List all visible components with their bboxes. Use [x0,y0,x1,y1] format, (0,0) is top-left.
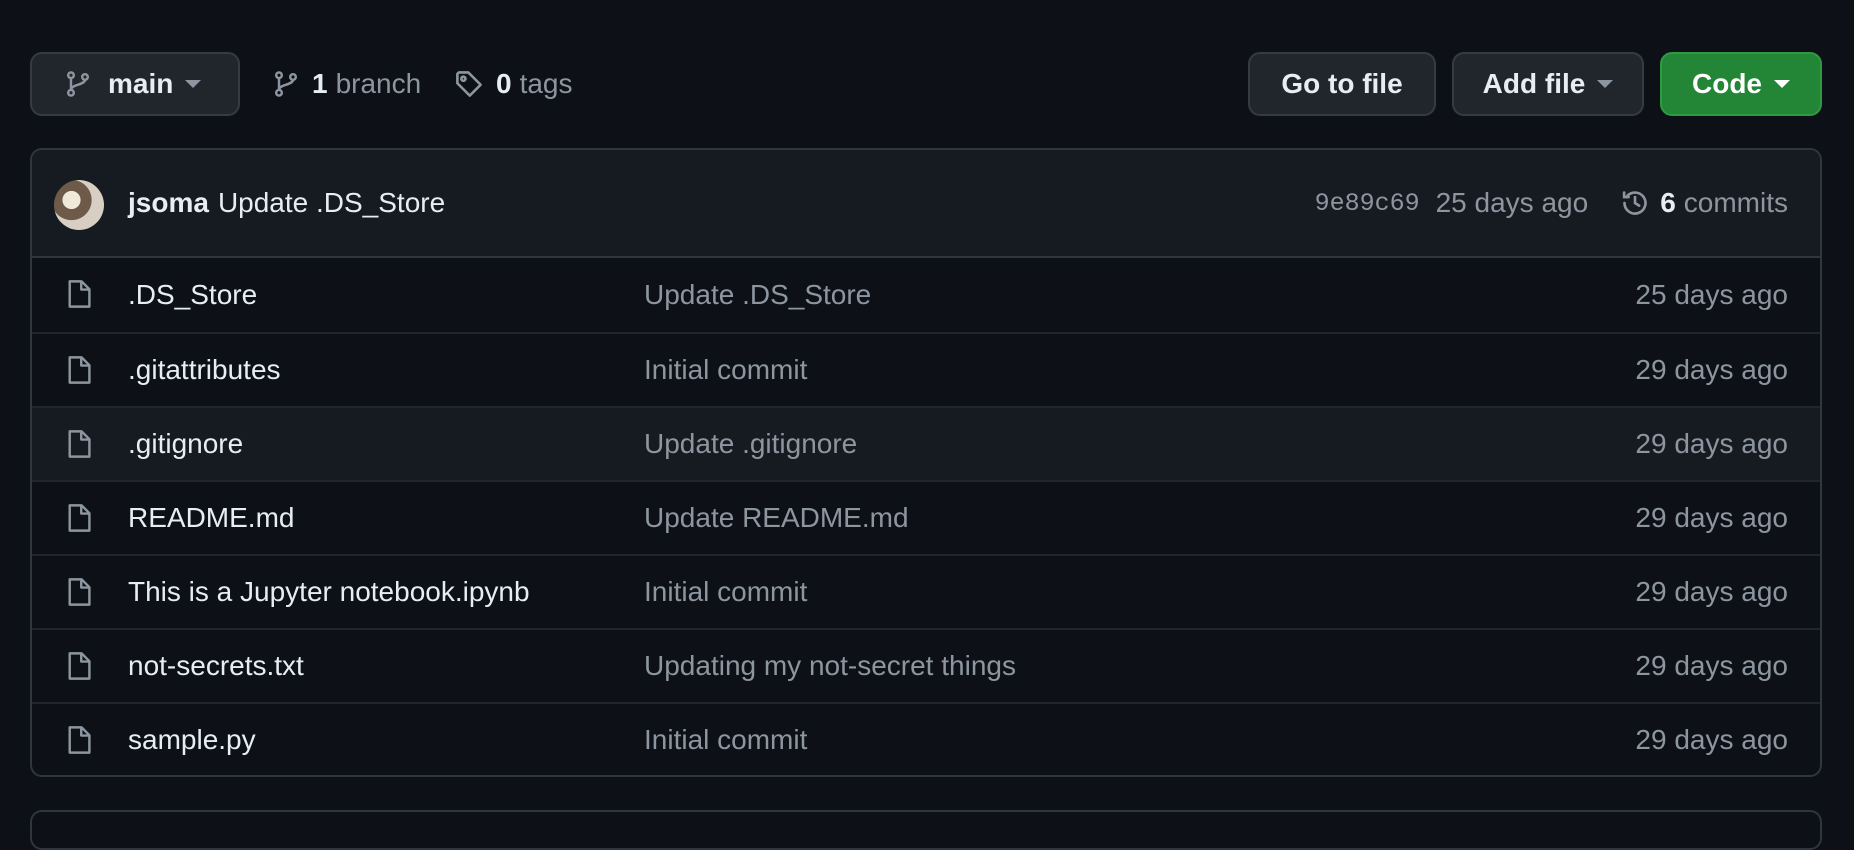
chevron-down-icon [1774,80,1790,88]
git-branch-icon [272,69,300,99]
file-name-link[interactable]: README.md [128,502,294,534]
file-commit-message-link[interactable]: Initial commit [644,576,807,608]
file-commit-age: 29 days ago [1635,724,1788,755]
branch-count: 1 [312,68,328,99]
readme-box [30,810,1822,850]
repo-toolbar: main 1 branch 0 tags Go to file Add file… [30,52,1822,116]
commit-author-link[interactable]: jsoma [128,187,209,219]
history-icon [1620,188,1650,218]
commits-count: 6 [1660,187,1676,218]
commits-label: commits [1683,187,1788,218]
commits-history-link[interactable]: 6 commits [1620,187,1788,219]
tag-label: tags [519,68,573,99]
file-commit-message-link[interactable]: Initial commit [644,354,807,386]
file-commit-age: 29 days ago [1635,428,1788,459]
latest-commit-bar: jsoma Update .DS_Store 9e89c69 25 days a… [32,150,1820,258]
file-icon [66,577,92,607]
file-commit-age: 29 days ago [1635,576,1788,607]
file-commit-message-link[interactable]: Update README.md [644,502,909,534]
commit-message-link[interactable]: Update .DS_Store [218,187,445,219]
file-name-link[interactable]: .DS_Store [128,279,257,311]
latest-commit-message: jsoma Update .DS_Store [128,150,445,256]
file-browser: jsoma Update .DS_Store 9e89c69 25 days a… [30,148,1822,777]
file-icon [66,429,92,459]
file-commit-age: 25 days ago [1635,279,1788,310]
file-row[interactable]: This is a Jupyter notebook.ipynb Initial… [32,554,1820,628]
file-name-link[interactable]: .gitignore [128,428,243,460]
file-commit-age: 29 days ago [1635,650,1788,681]
file-icon [66,725,92,755]
file-row[interactable]: not-secrets.txt Updating my not-secret t… [32,628,1820,702]
go-to-file-label: Go to file [1281,68,1403,99]
commit-sha-link[interactable]: 9e89c69 [1315,189,1420,218]
file-icon [66,279,92,309]
add-file-button[interactable]: Add file [1452,52,1644,116]
commit-age: 25 days ago [1435,187,1589,218]
add-file-label: Add file [1482,68,1586,99]
file-row[interactable]: .DS_Store Update .DS_Store 25 days ago [32,258,1820,332]
branch-selector-button[interactable]: main [30,52,240,116]
commit-meta: 9e89c69 25 days ago 6 commits [1315,150,1788,256]
tag-count: 0 [496,68,512,99]
file-icon [66,503,92,533]
file-commit-message-link[interactable]: Update .gitignore [644,428,857,460]
branch-selector-label: main [108,68,174,99]
code-button[interactable]: Code [1660,52,1822,116]
file-commit-message-link[interactable]: Update .DS_Store [644,279,871,311]
code-label: Code [1692,68,1762,99]
file-row[interactable]: .gitattributes Initial commit 29 days ag… [32,332,1820,406]
file-name-link[interactable]: This is a Jupyter notebook.ipynb [128,576,530,608]
avatar[interactable] [54,180,104,230]
tags-link[interactable]: 0 tags [454,52,573,116]
branch-label: branch [335,68,422,99]
file-commit-message-link[interactable]: Updating my not-secret things [644,650,1016,682]
file-name-link[interactable]: not-secrets.txt [128,650,304,682]
file-row[interactable]: .gitignore Update .gitignore 29 days ago [32,406,1820,480]
file-icon [66,651,92,681]
chevron-down-icon [185,80,202,88]
file-commit-age: 29 days ago [1635,502,1788,533]
file-list: .DS_Store Update .DS_Store 25 days ago .… [32,258,1820,775]
file-row[interactable]: sample.py Initial commit 29 days ago [32,702,1820,775]
branches-link[interactable]: 1 branch [272,52,421,116]
file-icon [66,355,92,385]
chevron-down-icon [1597,80,1614,88]
go-to-file-button[interactable]: Go to file [1248,52,1436,116]
file-commit-age: 29 days ago [1635,354,1788,385]
file-name-link[interactable]: sample.py [128,724,256,756]
file-name-link[interactable]: .gitattributes [128,354,281,386]
tag-icon [454,69,484,99]
git-branch-icon [64,69,92,99]
file-commit-message-link[interactable]: Initial commit [644,724,807,756]
file-row[interactable]: README.md Update README.md 29 days ago [32,480,1820,554]
